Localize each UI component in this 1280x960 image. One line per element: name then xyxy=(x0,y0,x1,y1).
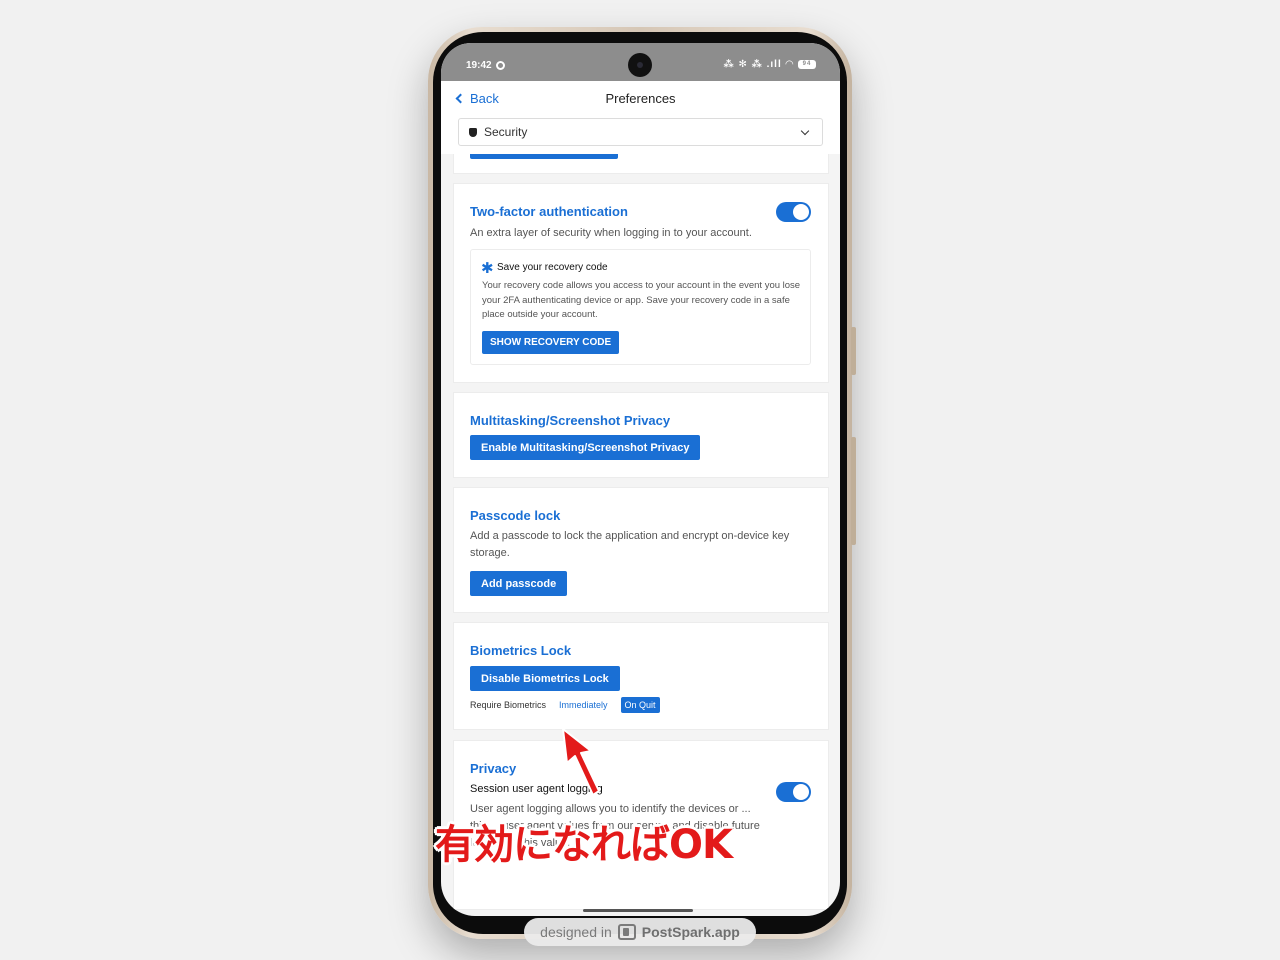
previous-card xyxy=(453,154,829,174)
section-select[interactable]: Security xyxy=(458,118,823,146)
option-immediately[interactable]: Immediately xyxy=(559,700,608,710)
recovery-description: Your recovery code allows you access to … xyxy=(482,280,801,320)
status-icons: ⁂ ✻ ⁂ .ıll ◠ 94 xyxy=(723,59,816,70)
battery-icon: 94 xyxy=(798,59,816,69)
shield-icon xyxy=(469,127,477,137)
watermark-prefix: designed in xyxy=(540,924,612,940)
require-biometrics-label: Require Biometrics xyxy=(470,700,547,710)
asterisk-icon: ✱ xyxy=(481,260,494,277)
enable-multitasking-button[interactable]: Enable Multitasking/Screenshot Privacy xyxy=(470,435,701,460)
multitasking-card: Multitasking/Screenshot Privacy Enable M… xyxy=(453,392,829,478)
power-button xyxy=(851,327,856,375)
annotation-text: 有効になればOK xyxy=(435,822,733,868)
recovery-title: Save your recovery code xyxy=(497,262,608,273)
home-indicator xyxy=(583,909,693,912)
session-logging-toggle[interactable] xyxy=(776,782,811,802)
section-select-value: Security xyxy=(484,125,528,139)
chevron-down-icon xyxy=(800,126,810,136)
disable-biometrics-button[interactable]: Disable Biometrics Lock xyxy=(470,666,620,691)
watermark-brand: PostSpark.app xyxy=(641,924,740,940)
multitasking-title: Multitasking/Screenshot Privacy xyxy=(470,413,671,428)
two-factor-card: Two-factor authentication An extra layer… xyxy=(453,183,829,383)
preferences-content[interactable]: Two-factor authentication An extra layer… xyxy=(441,154,840,916)
section-select-bar: Security xyxy=(441,114,840,154)
option-on-quit[interactable]: On Quit xyxy=(620,697,660,713)
page-title: Preferences xyxy=(605,91,676,106)
red-arrow-icon xyxy=(562,728,600,796)
biometrics-card: Biometrics Lock Disable Biometrics Lock … xyxy=(453,622,829,730)
passcode-title: Passcode lock xyxy=(470,508,561,523)
volume-button xyxy=(851,437,856,545)
biometrics-title: Biometrics Lock xyxy=(470,643,572,658)
postspark-logo-icon xyxy=(617,924,636,940)
two-factor-toggle[interactable] xyxy=(776,202,811,222)
privacy-title: Privacy xyxy=(470,761,517,776)
passcode-description: Add a passcode to lock the application a… xyxy=(470,530,790,559)
require-biometrics-row: Require Biometrics Immediately On Quit xyxy=(470,697,660,713)
phone-screen: 19:42 ⁂ ✻ ⁂ .ıll ◠ 94 Back Preferences S… xyxy=(441,43,840,916)
previous-card-button[interactable] xyxy=(470,154,618,159)
status-time: 19:42 xyxy=(466,60,492,71)
two-factor-description: An extra layer of security when logging … xyxy=(470,227,752,239)
passcode-card: Passcode lock Add a passcode to lock the… xyxy=(453,487,829,613)
camera-cutout xyxy=(628,53,652,77)
status-bar: 19:42 ⁂ ✻ ⁂ .ıll ◠ 94 xyxy=(441,43,840,81)
watermark: designed in PostSpark.app xyxy=(524,918,756,946)
signal-wifi-icons: ⁂ ✻ ⁂ .ıll ◠ xyxy=(723,59,795,70)
recovery-code-box: ✱ Save your recovery code Your recovery … xyxy=(470,249,811,365)
show-recovery-code-button[interactable]: SHOW RECOVERY CODE xyxy=(482,331,620,354)
two-factor-title: Two-factor authentication xyxy=(470,204,628,219)
add-passcode-button[interactable]: Add passcode xyxy=(470,571,568,596)
notification-icon xyxy=(496,61,505,70)
app-header: Back Preferences xyxy=(441,81,840,114)
